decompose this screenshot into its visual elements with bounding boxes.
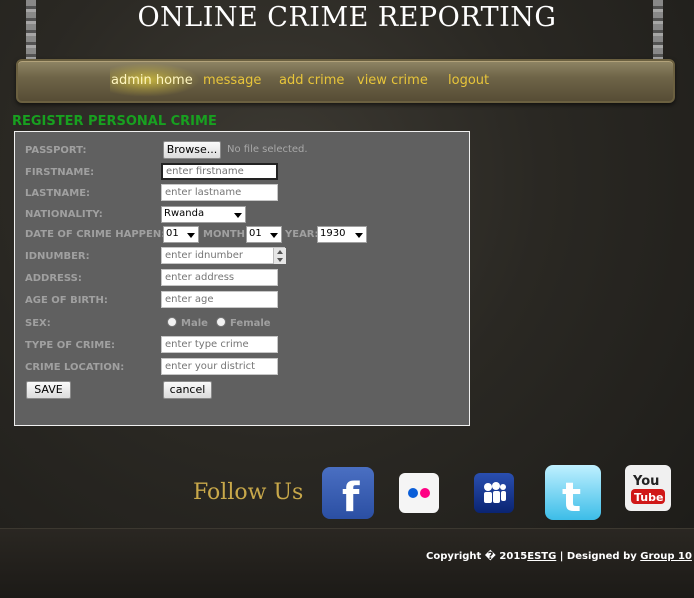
cancel-button[interactable]: cancel <box>163 381 212 399</box>
month-select[interactable]: 01 <box>246 226 282 243</box>
youtube-icon[interactable]: You Tube <box>625 465 671 511</box>
age-input[interactable] <box>161 291 278 308</box>
svg-text:Tube: Tube <box>634 491 663 504</box>
svg-text:You: You <box>632 474 659 489</box>
day-value: 01 <box>166 228 179 239</box>
form-section-title: REGISTER PERSONAL CRIME <box>12 114 217 129</box>
designed-by-text: | Designed by <box>556 551 641 562</box>
main-nav: admin home message add crime view crime … <box>16 59 675 103</box>
chevron-down-icon <box>270 233 278 238</box>
address-input[interactable] <box>161 269 278 286</box>
day-select[interactable]: 01 <box>163 226 199 243</box>
female-label: Female <box>230 318 271 329</box>
address-label: ADDRESS: <box>25 273 82 284</box>
follow-us-label: Follow Us <box>193 480 304 505</box>
group-link[interactable]: Group 10 <box>640 551 692 562</box>
chevron-down-icon <box>355 233 363 238</box>
month-value: 01 <box>249 228 262 239</box>
footer-copyright: Copyright � 2015ESTG | Designed by Group… <box>426 551 692 562</box>
spinner-down-icon[interactable] <box>277 258 283 262</box>
chevron-down-icon <box>187 233 195 238</box>
female-radio[interactable] <box>216 317 226 327</box>
sex-label: SEX: <box>25 318 51 329</box>
spinner-up-icon[interactable] <box>277 250 283 254</box>
lastname-input[interactable] <box>161 184 278 201</box>
lastname-label: LASTNAME: <box>25 188 91 199</box>
type-of-crime-input[interactable] <box>161 336 278 353</box>
male-radio[interactable] <box>167 317 177 327</box>
year-label: YEAR: <box>285 229 319 240</box>
myspace-icon[interactable] <box>474 473 514 513</box>
site-title: ONLINE CRIME REPORTING <box>137 2 557 33</box>
save-button[interactable]: SAVE <box>26 381 71 399</box>
number-spinner[interactable] <box>273 248 286 264</box>
idnumber-label: IDNUMBER: <box>25 251 90 262</box>
nav-view-crime[interactable]: view crime <box>357 73 428 88</box>
firstname-label: FIRSTNAME: <box>25 167 95 178</box>
nav-message[interactable]: message <box>203 73 261 88</box>
idnumber-input[interactable] <box>161 247 285 264</box>
estg-link[interactable]: ESTG <box>527 551 556 562</box>
flickr-icon[interactable] <box>399 473 439 513</box>
month-label: MONTH: <box>203 229 250 240</box>
footer <box>0 528 694 598</box>
age-label: AGE OF BIRTH: <box>25 295 108 306</box>
crime-location-input[interactable] <box>161 358 278 375</box>
file-status: No file selected. <box>227 144 308 155</box>
svg-text:t: t <box>562 475 581 520</box>
svg-text:f: f <box>342 475 360 519</box>
nationality-label: NATIONALITY: <box>25 209 103 220</box>
copyright-text: Copyright � 2015 <box>426 551 528 562</box>
twitter-icon[interactable]: t <box>545 465 601 521</box>
male-label: Male <box>181 318 208 329</box>
browse-button[interactable]: Browse... <box>163 141 221 159</box>
crime-location-label: CRIME LOCATION: <box>25 362 125 373</box>
facebook-icon[interactable]: f <box>322 467 374 521</box>
nav-logout[interactable]: logout <box>448 73 489 88</box>
type-of-crime-label: TYPE OF CRIME: <box>25 340 116 351</box>
nationality-select[interactable]: Rwanda <box>161 206 246 223</box>
year-select[interactable]: 1930 <box>317 226 367 243</box>
nav-admin-home[interactable]: admin home <box>111 73 193 88</box>
passport-label: PASSPORT: <box>25 145 87 156</box>
nav-add-crime[interactable]: add crime <box>279 73 344 88</box>
nationality-value: Rwanda <box>164 208 205 219</box>
year-value: 1930 <box>320 228 346 239</box>
firstname-input[interactable] <box>161 163 278 180</box>
date-label: DATE OF CRIME HAPPEN: <box>25 229 166 240</box>
register-crime-form: PASSPORT: Browse... No file selected. FI… <box>14 131 470 426</box>
chevron-down-icon <box>234 213 242 218</box>
